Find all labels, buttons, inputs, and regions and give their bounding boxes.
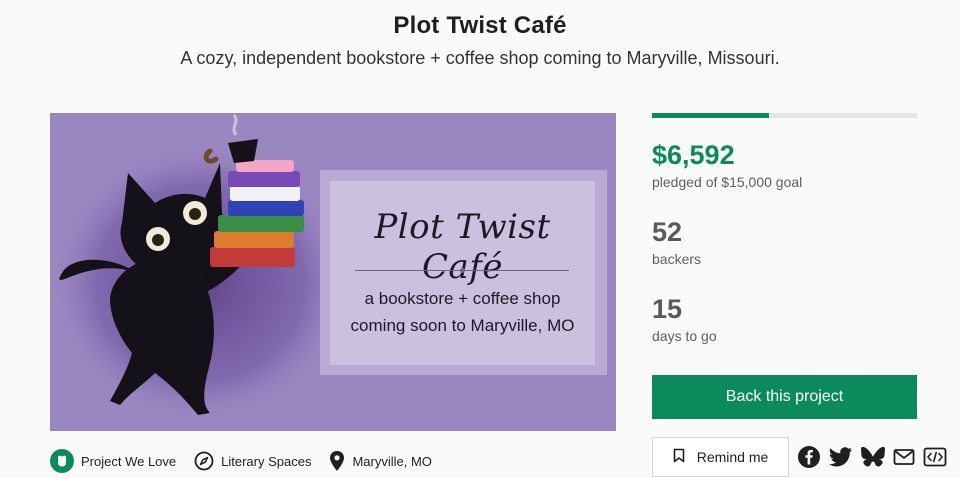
project-hero-image[interactable]: Plot Twist Café a bookstore + coffee sho… — [50, 113, 616, 431]
project-we-love-badge-icon — [50, 449, 74, 473]
cat-pupil-right — [189, 208, 201, 220]
book-purple — [228, 171, 300, 187]
book-green — [218, 215, 304, 232]
book-blue — [228, 200, 304, 216]
pledged-goal-label: pledged of $15,000 goal — [652, 174, 803, 190]
hero-title: Plot Twist Café — [374, 207, 551, 287]
funding-progress-bar — [652, 113, 917, 118]
book-red — [210, 247, 295, 267]
location-pin-icon — [329, 450, 345, 472]
days-remaining: 15 — [652, 294, 683, 324]
book-white — [230, 186, 300, 201]
bookmark-icon — [673, 448, 685, 466]
project-tags: Project We Love Literary Spaces Maryvill… — [50, 449, 450, 473]
hero-divider-dot — [460, 268, 465, 273]
hero-tagline-2: coming soon to Maryville, MO — [350, 316, 575, 335]
backers-label: backers — [652, 251, 702, 267]
book-orange — [214, 231, 294, 248]
mail-icon[interactable] — [891, 444, 917, 470]
tag-label: Project We Love — [81, 453, 177, 469]
funding-progress-fill — [652, 113, 769, 118]
days-remaining-label: days to go — [652, 328, 717, 344]
back-this-project-button[interactable]: Back this project — [652, 375, 917, 419]
compass-icon — [194, 451, 214, 471]
backers-count: 52 — [652, 217, 683, 247]
tag-label: Literary Spaces — [221, 453, 312, 469]
project-title: Plot Twist Café — [393, 12, 567, 39]
remind-me-label: Remind me — [696, 449, 769, 465]
tag-literary-spaces[interactable]: Literary Spaces — [194, 451, 311, 471]
tag-label: Maryville, MO — [352, 453, 432, 469]
twitter-icon[interactable] — [828, 444, 854, 470]
hero-tagline-1: a bookstore + coffee shop — [364, 289, 561, 308]
tag-location[interactable]: Maryville, MO — [329, 450, 432, 472]
pledged-amount: $6,592 — [652, 140, 735, 170]
bluesky-icon[interactable] — [860, 444, 886, 470]
remind-me-button[interactable]: Remind me — [652, 437, 789, 477]
cat-pupil-left — [152, 234, 164, 246]
project-blurb: A cozy, independent bookstore + coffee s… — [180, 48, 780, 68]
facebook-icon[interactable] — [796, 444, 822, 470]
tag-project-we-love[interactable]: Project We Love — [50, 449, 176, 473]
embed-icon[interactable] — [922, 444, 948, 470]
steam — [232, 114, 238, 136]
